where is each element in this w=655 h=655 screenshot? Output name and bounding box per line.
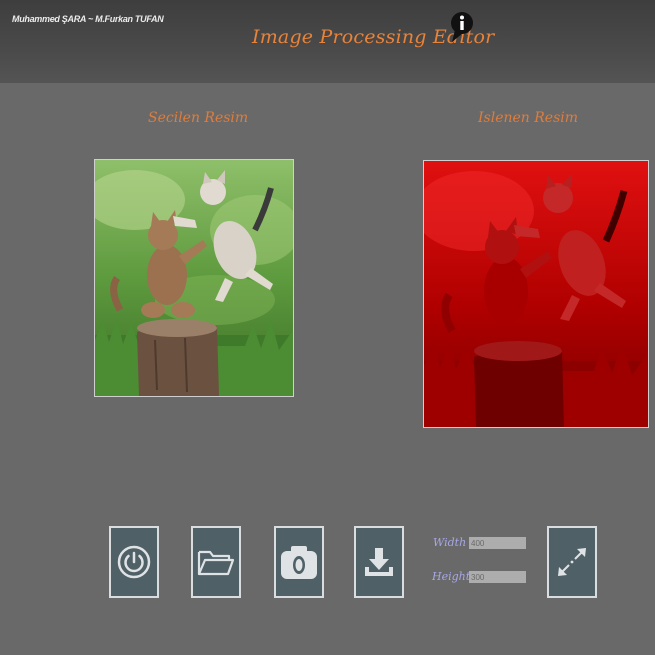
width-field[interactable] xyxy=(469,537,526,549)
info-icon[interactable] xyxy=(450,11,474,43)
resize-button[interactable] xyxy=(547,526,597,598)
save-button[interactable] xyxy=(354,526,404,598)
camera-icon xyxy=(281,546,317,579)
power-icon xyxy=(117,545,151,579)
download-icon xyxy=(365,548,393,576)
selected-image-caption: Secilen Resim xyxy=(148,110,249,126)
camera-button[interactable] xyxy=(274,526,324,598)
height-label: Height xyxy=(432,570,471,583)
height-field[interactable] xyxy=(469,571,526,583)
selected-image xyxy=(94,159,294,397)
open-folder-button[interactable] xyxy=(191,526,241,598)
width-label: Width xyxy=(433,536,467,549)
power-button[interactable] xyxy=(109,526,159,598)
processed-image-caption: Islenen Resim xyxy=(478,110,579,126)
resize-arrows-icon xyxy=(558,548,586,576)
title-bar: Muhammed ŞARA ~ M.Furkan TUFAN Image Pro… xyxy=(0,0,655,83)
authors-label: Muhammed ŞARA ~ M.Furkan TUFAN xyxy=(12,14,164,24)
processed-image xyxy=(423,160,649,428)
folder-open-icon xyxy=(197,550,235,576)
